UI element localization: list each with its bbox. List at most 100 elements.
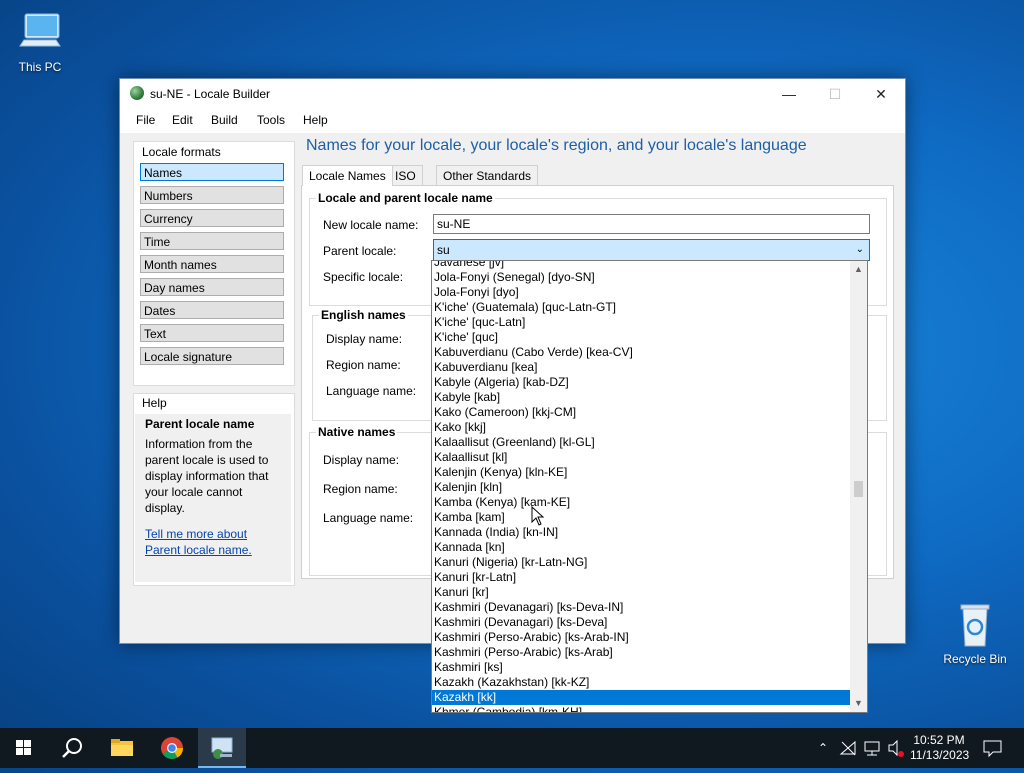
new-locale-name-field[interactable]: su-NE: [433, 214, 870, 234]
dropdown-item[interactable]: Khmer (Cambodia) [km-KH]: [432, 705, 850, 712]
dropdown-item[interactable]: Kalaallisut [kl]: [432, 450, 850, 465]
start-button[interactable]: [0, 728, 48, 768]
format-item-locale-signature[interactable]: Locale signature: [140, 347, 284, 365]
scroll-thumb[interactable]: [854, 481, 863, 497]
page-heading: Names for your locale, your locale's reg…: [306, 137, 807, 154]
windows-logo-icon: [16, 740, 31, 755]
dropdown-item[interactable]: Kako [kkj]: [432, 420, 850, 435]
dropdown-item[interactable]: K'iche' [quc]: [432, 330, 850, 345]
locale-builder-taskbar-button[interactable]: [198, 728, 246, 768]
notifications-icon[interactable]: [978, 728, 1008, 768]
dropdown-item[interactable]: Javanese [jv]: [432, 261, 850, 270]
dropdown-item[interactable]: Kabyle [kab]: [432, 390, 850, 405]
format-item-text[interactable]: Text: [140, 324, 284, 342]
menu-file[interactable]: File: [136, 113, 155, 127]
menu-build[interactable]: Build: [211, 113, 238, 127]
dropdown-items: Javanese [jv] Jola-Fonyi (Senegal) [dyo-S…: [432, 261, 850, 712]
dropdown-item[interactable]: Kashmiri [ks]: [432, 660, 850, 675]
dropdown-item[interactable]: Kako (Cameroon) [kkj-CM]: [432, 405, 850, 420]
parent-locale-combobox[interactable]: su ⌄: [433, 239, 870, 261]
dropdown-item[interactable]: Kannada [kn]: [432, 540, 850, 555]
chrome-button[interactable]: [148, 728, 196, 768]
specific-locale-label: Specific locale:: [323, 270, 404, 284]
dropdown-item[interactable]: Kanuri (Nigeria) [kr-Latn-NG]: [432, 555, 850, 570]
native-region-name-label: Region name:: [323, 482, 398, 496]
english-region-name-label: Region name:: [326, 358, 401, 372]
format-item-currency[interactable]: Currency: [140, 209, 284, 227]
format-item-day-names[interactable]: Day names: [140, 278, 284, 296]
dropdown-item[interactable]: Jola-Fonyi [dyo]: [432, 285, 850, 300]
dropdown-item[interactable]: Kashmiri (Devanagari) [ks-Deva-IN]: [432, 600, 850, 615]
file-explorer-button[interactable]: [98, 728, 146, 768]
tab-other-standards[interactable]: Other Standards: [436, 165, 539, 186]
locale-formats-panel: Locale formats Names Numbers Currency Ti…: [133, 141, 295, 386]
menu-help[interactable]: Help: [303, 113, 328, 127]
this-pc-desktop-icon[interactable]: This PC: [0, 10, 80, 74]
parent-locale-value: su: [437, 243, 450, 257]
dropdown-item[interactable]: Kalenjin [kln]: [432, 480, 850, 495]
format-item-dates[interactable]: Dates: [140, 301, 284, 319]
show-hidden-icons-chevron-icon[interactable]: ⌃: [814, 728, 832, 768]
taskbar: ⌃ 10:52 PM 11/13/2023: [0, 728, 1024, 768]
title-bar[interactable]: su-NE - Locale Builder — ☐ ✕: [120, 79, 905, 109]
folder-icon: [111, 739, 133, 756]
dropdown-item[interactable]: Kanuri [kr]: [432, 585, 850, 600]
native-language-name-label: Language name:: [323, 511, 414, 525]
volume-muted-icon[interactable]: [886, 728, 906, 768]
recycle-bin-icon: [951, 602, 999, 648]
group-locale-parent-title: Locale and parent locale name: [316, 191, 495, 205]
computer-icon: [16, 10, 64, 56]
help-link[interactable]: Tell me more about Parent locale name.: [145, 526, 285, 558]
dropdown-item[interactable]: Kazakh (Kazakhstan) [kk-KZ]: [432, 675, 850, 690]
dropdown-item[interactable]: K'iche' [quc-Latn]: [432, 315, 850, 330]
dropdown-item[interactable]: Kashmiri (Perso-Arabic) [ks-Arab-IN]: [432, 630, 850, 645]
network-disconnected-icon[interactable]: [838, 728, 858, 768]
scroll-down-arrow-icon[interactable]: ▼: [850, 695, 867, 712]
menu-edit[interactable]: Edit: [172, 113, 193, 127]
recycle-bin-label: Recycle Bin: [943, 652, 1007, 666]
network-icon[interactable]: [862, 728, 882, 768]
search-button[interactable]: [48, 728, 96, 768]
chevron-down-icon[interactable]: ⌄: [856, 240, 864, 260]
locale-builder-app-icon: [211, 737, 233, 759]
format-item-time[interactable]: Time: [140, 232, 284, 250]
minimize-button[interactable]: —: [766, 79, 812, 109]
dropdown-item[interactable]: Kabuverdianu (Cabo Verde) [kea-CV]: [432, 345, 850, 360]
tab-iso[interactable]: ISO: [388, 165, 423, 186]
dropdown-item[interactable]: Kamba (Kenya) [kam-KE]: [432, 495, 850, 510]
maximize-button[interactable]: ☐: [812, 79, 858, 109]
parent-locale-label: Parent locale:: [323, 244, 397, 258]
recycle-bin-desktop-icon[interactable]: Recycle Bin: [935, 602, 1015, 666]
dropdown-item[interactable]: Kashmiri (Devanagari) [ks-Deva]: [432, 615, 850, 630]
help-title: Parent locale name: [145, 417, 255, 431]
dropdown-item[interactable]: Kanuri [kr-Latn]: [432, 570, 850, 585]
help-panel: Help Parent locale name Information from…: [133, 393, 295, 586]
english-language-name-label: Language name:: [326, 384, 417, 398]
english-display-name-label: Display name:: [326, 332, 403, 346]
mouse-cursor-icon: [531, 505, 545, 529]
dropdown-item[interactable]: Kabuverdianu [kea]: [432, 360, 850, 375]
dropdown-item[interactable]: Kalaallisut (Greenland) [kl-GL]: [432, 435, 850, 450]
dropdown-scrollbar[interactable]: ▲ ▼: [850, 261, 867, 712]
chrome-icon: [161, 737, 183, 759]
dropdown-item[interactable]: Kamba [kam]: [432, 510, 850, 525]
format-item-month-names[interactable]: Month names: [140, 255, 284, 273]
tab-locale-names[interactable]: Locale Names: [302, 165, 393, 186]
parent-locale-dropdown-list[interactable]: Javanese [jv] Jola-Fonyi (Senegal) [dyo-S…: [431, 260, 868, 713]
dropdown-item[interactable]: Kashmiri (Perso-Arabic) [ks-Arab]: [432, 645, 850, 660]
close-button[interactable]: ✕: [858, 79, 904, 109]
dropdown-item[interactable]: Jola-Fonyi (Senegal) [dyo-SN]: [432, 270, 850, 285]
clock[interactable]: 10:52 PM 11/13/2023: [910, 728, 969, 773]
this-pc-label: This PC: [18, 60, 62, 74]
dropdown-item[interactable]: Kalenjin (Kenya) [kln-KE]: [432, 465, 850, 480]
window-title: su-NE - Locale Builder: [150, 87, 271, 101]
menu-tools[interactable]: Tools: [257, 113, 285, 127]
scroll-up-arrow-icon[interactable]: ▲: [850, 261, 867, 278]
format-item-numbers[interactable]: Numbers: [140, 186, 284, 204]
dropdown-item[interactable]: Kannada (India) [kn-IN]: [432, 525, 850, 540]
group-native-names-title: Native names: [316, 425, 398, 439]
dropdown-item[interactable]: K'iche' (Guatemala) [quc-Latn-GT]: [432, 300, 850, 315]
format-item-names[interactable]: Names: [140, 163, 284, 181]
dropdown-item[interactable]: Kazakh [kk]: [432, 690, 850, 705]
dropdown-item[interactable]: Kabyle (Algeria) [kab-DZ]: [432, 375, 850, 390]
